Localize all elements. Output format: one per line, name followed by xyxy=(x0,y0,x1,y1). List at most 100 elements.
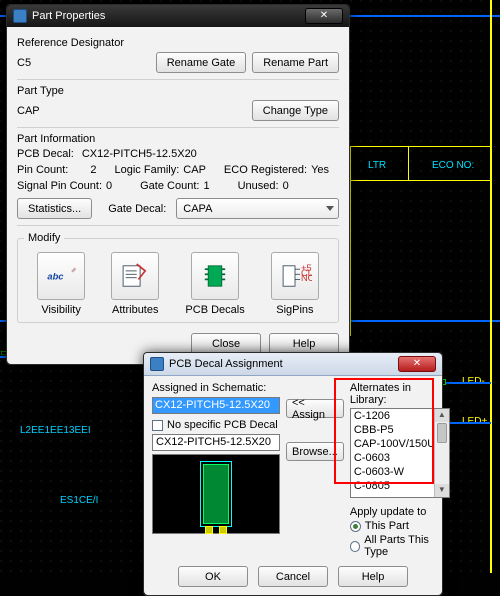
unused-label: Unused: xyxy=(238,180,279,192)
close-label: Close xyxy=(212,338,240,350)
separator xyxy=(17,127,339,128)
help-button[interactable]: Help xyxy=(338,566,408,587)
logic-family-label: Logic Family: xyxy=(115,164,180,176)
pin-count-value: 2 xyxy=(90,164,96,176)
change-type-label: Change Type xyxy=(263,105,328,117)
assigned-value: CX12-PITCH5-12.5X20 xyxy=(155,399,270,411)
gate-decal-value: CAPA xyxy=(183,203,212,215)
part-type-value: CAP xyxy=(17,105,40,117)
cancel-button[interactable]: Cancel xyxy=(258,566,328,587)
radio-this-part[interactable]: This Part xyxy=(350,520,450,532)
help-label: Help xyxy=(293,338,316,350)
chevron-down-icon xyxy=(326,206,334,211)
gate-count-value: 1 xyxy=(203,180,209,192)
eco-reg-value: Yes xyxy=(311,164,329,176)
browse-button[interactable]: Browse... xyxy=(286,442,344,461)
part-type-label: Part Type xyxy=(17,85,339,97)
sigpins-label: SigPins xyxy=(276,304,313,316)
refdes-value: C5 xyxy=(17,57,31,69)
frame-line xyxy=(350,146,492,147)
eco-reg-label: ECO Registered: xyxy=(224,164,307,176)
unused-value: 0 xyxy=(283,180,289,192)
help-button[interactable]: Help xyxy=(269,333,339,354)
svg-text:abc: abc xyxy=(47,271,64,281)
rename-gate-button[interactable]: Rename Gate xyxy=(156,52,246,73)
rename-part-label: Rename Part xyxy=(263,57,328,69)
net-line xyxy=(446,382,491,384)
part-info-label: Part Information xyxy=(17,133,339,145)
assigned-input[interactable]: CX12-PITCH5-12.5X20 xyxy=(152,397,280,414)
app-icon xyxy=(13,9,27,23)
close-icon[interactable]: ✕ xyxy=(305,8,343,24)
window-title: Part Properties xyxy=(32,10,105,22)
attributes-label: Attributes xyxy=(112,304,158,316)
ok-button[interactable]: OK xyxy=(178,566,248,587)
radio-icon xyxy=(350,541,360,552)
scroll-up-icon[interactable]: ▲ xyxy=(435,409,449,422)
svg-text:NC: NC xyxy=(301,273,312,283)
titlebar[interactable]: Part Properties ✕ xyxy=(7,5,349,27)
alternates-list[interactable]: C-1206CBB-P5CAP-100V/150UFC-0603C-0603-W… xyxy=(350,408,450,498)
apply-label: Apply update to xyxy=(350,506,450,518)
no-specific-label: No specific PCB Decal xyxy=(167,419,278,431)
sigpins-icon: +5VCLKNC xyxy=(278,259,312,293)
gate-decal-dropdown[interactable]: CAPA xyxy=(176,198,339,219)
pcb-decals-label: PCB Decals xyxy=(185,304,244,316)
frame-line xyxy=(350,146,351,336)
chip-icon xyxy=(198,259,232,293)
scroll-thumb[interactable] xyxy=(437,423,447,443)
label-ecno: ECO NO: xyxy=(432,160,474,171)
no-specific-checkbox[interactable]: No specific PCB Decal xyxy=(152,419,280,431)
modify-legend: Modify xyxy=(24,232,64,244)
rename-part-button[interactable]: Rename Part xyxy=(252,52,339,73)
refdes-label: Reference Designator xyxy=(17,37,339,49)
separator xyxy=(17,225,339,226)
current-decal-value: CX12-PITCH5-12.5X20 xyxy=(156,436,271,448)
sig-pin-value: 0 xyxy=(106,180,112,192)
pcb-decal-assignment-window: PCB Decal Assignment ✕ Assigned in Schem… xyxy=(143,352,443,596)
pcb-decals-button[interactable] xyxy=(191,252,239,300)
logic-family-value: CAP xyxy=(183,164,206,176)
assign-button[interactable]: << Assign xyxy=(286,399,344,418)
client-area: Reference Designator C5 Rename Gate Rena… xyxy=(7,27,349,364)
radio-all-parts[interactable]: All Parts This Type xyxy=(350,534,450,558)
gate-decal-label: Gate Decal: xyxy=(108,203,166,215)
cancel-label: Cancel xyxy=(276,571,310,583)
assigned-label: Assigned in Schematic: xyxy=(152,382,280,394)
footprint-pad xyxy=(205,526,213,534)
current-decal-field[interactable]: CX12-PITCH5-12.5X20 xyxy=(152,434,280,451)
visibility-button[interactable]: abc xyxy=(37,252,85,300)
sigpins-button[interactable]: +5VCLKNC xyxy=(271,252,319,300)
gate-count-label: Gate Count: xyxy=(140,180,199,192)
statistics-label: Statistics... xyxy=(28,203,81,215)
pin-count-label: Pin Count: xyxy=(17,164,68,176)
pcb-decal-value: CX12-PITCH5-12.5X20 xyxy=(82,148,197,160)
client-area: Assigned in Schematic: CX12-PITCH5-12.5X… xyxy=(144,376,442,595)
scroll-down-icon[interactable]: ▼ xyxy=(435,484,449,497)
pcb-decal-label: PCB Decal: xyxy=(17,148,74,160)
ok-label: OK xyxy=(205,571,221,583)
note-icon xyxy=(118,259,152,293)
comp-label: L2EE1EE13EEI xyxy=(20,425,91,436)
footprint-pad xyxy=(219,526,227,534)
statistics-button[interactable]: Statistics... xyxy=(17,198,92,219)
net-line xyxy=(446,422,491,424)
footprint-outline xyxy=(200,461,232,527)
titlebar[interactable]: PCB Decal Assignment ✕ xyxy=(144,353,442,376)
scrollbar[interactable]: ▲ ▼ xyxy=(434,409,449,497)
rename-gate-label: Rename Gate xyxy=(167,57,235,69)
attributes-button[interactable] xyxy=(111,252,159,300)
frame-line xyxy=(350,180,492,181)
help-label: Help xyxy=(362,571,385,583)
close-icon[interactable]: ✕ xyxy=(398,356,436,372)
close-button[interactable]: Close xyxy=(191,333,261,354)
abc-icon: abc xyxy=(44,259,78,293)
browse-label: Browse... xyxy=(292,446,338,458)
modify-group: Modify abc Visibility Attributes xyxy=(17,232,339,323)
separator xyxy=(17,79,339,80)
change-type-button[interactable]: Change Type xyxy=(252,100,339,121)
assign-label: << Assign xyxy=(292,397,338,421)
frame-line xyxy=(408,146,409,180)
sig-pin-label: Signal Pin Count: xyxy=(17,180,102,192)
label-ltr: LTR xyxy=(368,160,386,171)
